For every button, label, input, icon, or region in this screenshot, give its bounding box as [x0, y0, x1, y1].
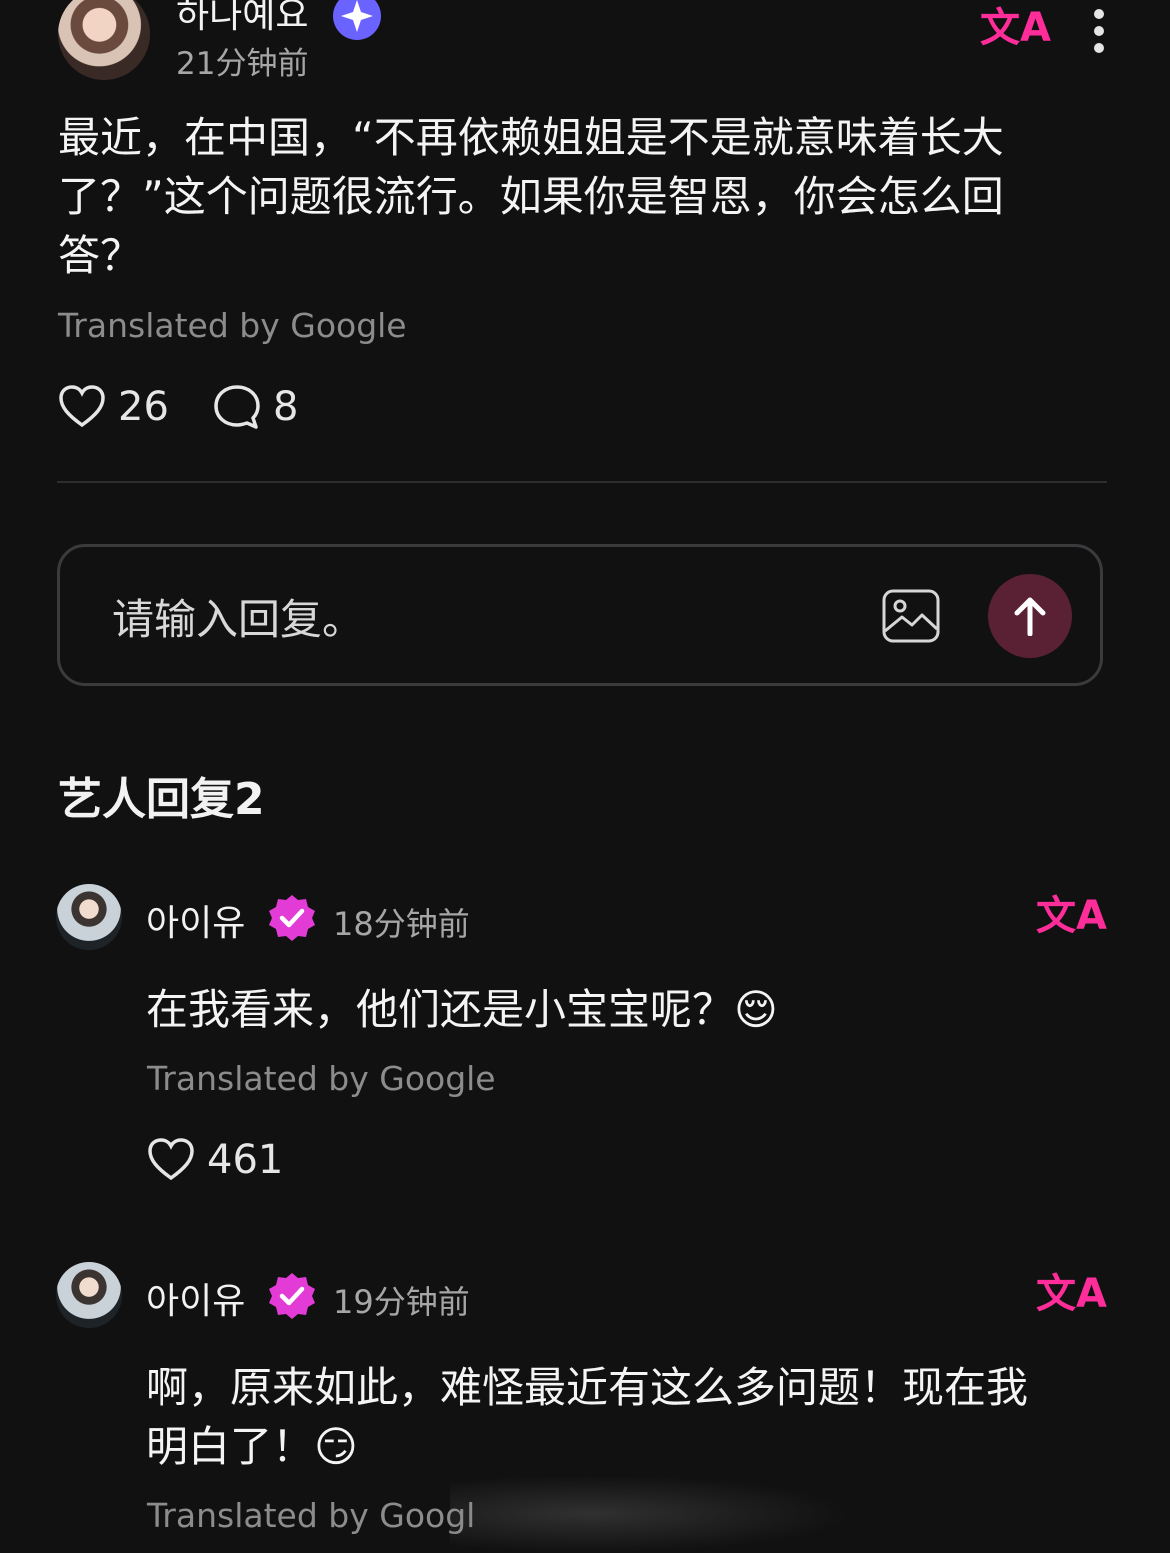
reply-composer [57, 544, 1103, 686]
arrow-up-icon [1014, 597, 1046, 636]
heart-icon [59, 385, 105, 428]
reply-translated-by: Translated by Google [147, 1059, 496, 1098]
verified-badge-icon [269, 895, 315, 941]
reply-author-name[interactable]: 아이유 [146, 894, 245, 946]
divider [57, 481, 1107, 483]
post-author-avatar[interactable] [58, 0, 150, 80]
translate-icon[interactable]: 文A [1036, 1274, 1107, 1314]
reply-body: 在我看来，他们还是小宝宝呢？😌 [146, 980, 1126, 1039]
image-icon[interactable] [882, 589, 940, 643]
post-author-name[interactable]: 하나예요 [176, 0, 308, 38]
post-translated-by: Translated by Google [58, 306, 407, 345]
heart-icon [148, 1138, 194, 1181]
send-button[interactable] [988, 574, 1072, 658]
verified-badge-icon [333, 0, 381, 40]
translate-icon[interactable]: 文A [1036, 896, 1107, 936]
artist-replies-title: 艺人回复2 [58, 774, 265, 825]
post-comment-count: 8 [273, 384, 299, 430]
post-body-line: 答？ [58, 231, 143, 280]
post-body-line: 最近，在中国，“不再依赖姐姐是不是就意味着长大 [58, 113, 1004, 162]
comment-bubble-icon [214, 385, 260, 429]
reply-input[interactable] [110, 583, 814, 655]
reply-body-line: 在我看来，他们还是小宝宝呢？😌 [146, 985, 778, 1034]
reply-timestamp: 19分钟前 [333, 1283, 470, 1321]
reply-timestamp: 18分钟前 [333, 905, 470, 943]
blur-overlay [450, 1475, 850, 1553]
reply-author-avatar[interactable] [56, 1262, 122, 1328]
post-comment-button[interactable]: 8 [213, 384, 298, 430]
post-body: 最近，在中国，“不再依赖姐姐是不是就意味着长大 了？”这个问题很流行。如果你是智… [58, 108, 1068, 285]
reply-body-line: 啊，原来如此，难怪最近有这么多问题！现在我 [146, 1363, 1029, 1412]
reply-body-line: 明白了！😏 [146, 1422, 358, 1471]
post-timestamp: 21分钟前 [176, 46, 309, 82]
post-like-count: 26 [118, 384, 169, 430]
verified-badge-icon [269, 1273, 315, 1319]
translate-icon[interactable]: 文A [980, 8, 1051, 48]
reply-author-name[interactable]: 아이유 [146, 1272, 245, 1324]
reply-like-button[interactable]: 461 [147, 1137, 283, 1183]
reply-translated-by: Translated by Googl [147, 1496, 476, 1535]
reply-author-avatar[interactable] [56, 884, 122, 950]
more-vertical-icon[interactable] [1094, 2, 1104, 60]
post-body-line: 了？”这个问题很流行。如果你是智恩，你会怎么回 [58, 172, 1004, 221]
post-like-button[interactable]: 26 [58, 384, 169, 430]
reply-body: 啊，原来如此，难怪最近有这么多问题！现在我 明白了！😏 [146, 1358, 1126, 1476]
reply-like-count: 461 [207, 1137, 284, 1183]
